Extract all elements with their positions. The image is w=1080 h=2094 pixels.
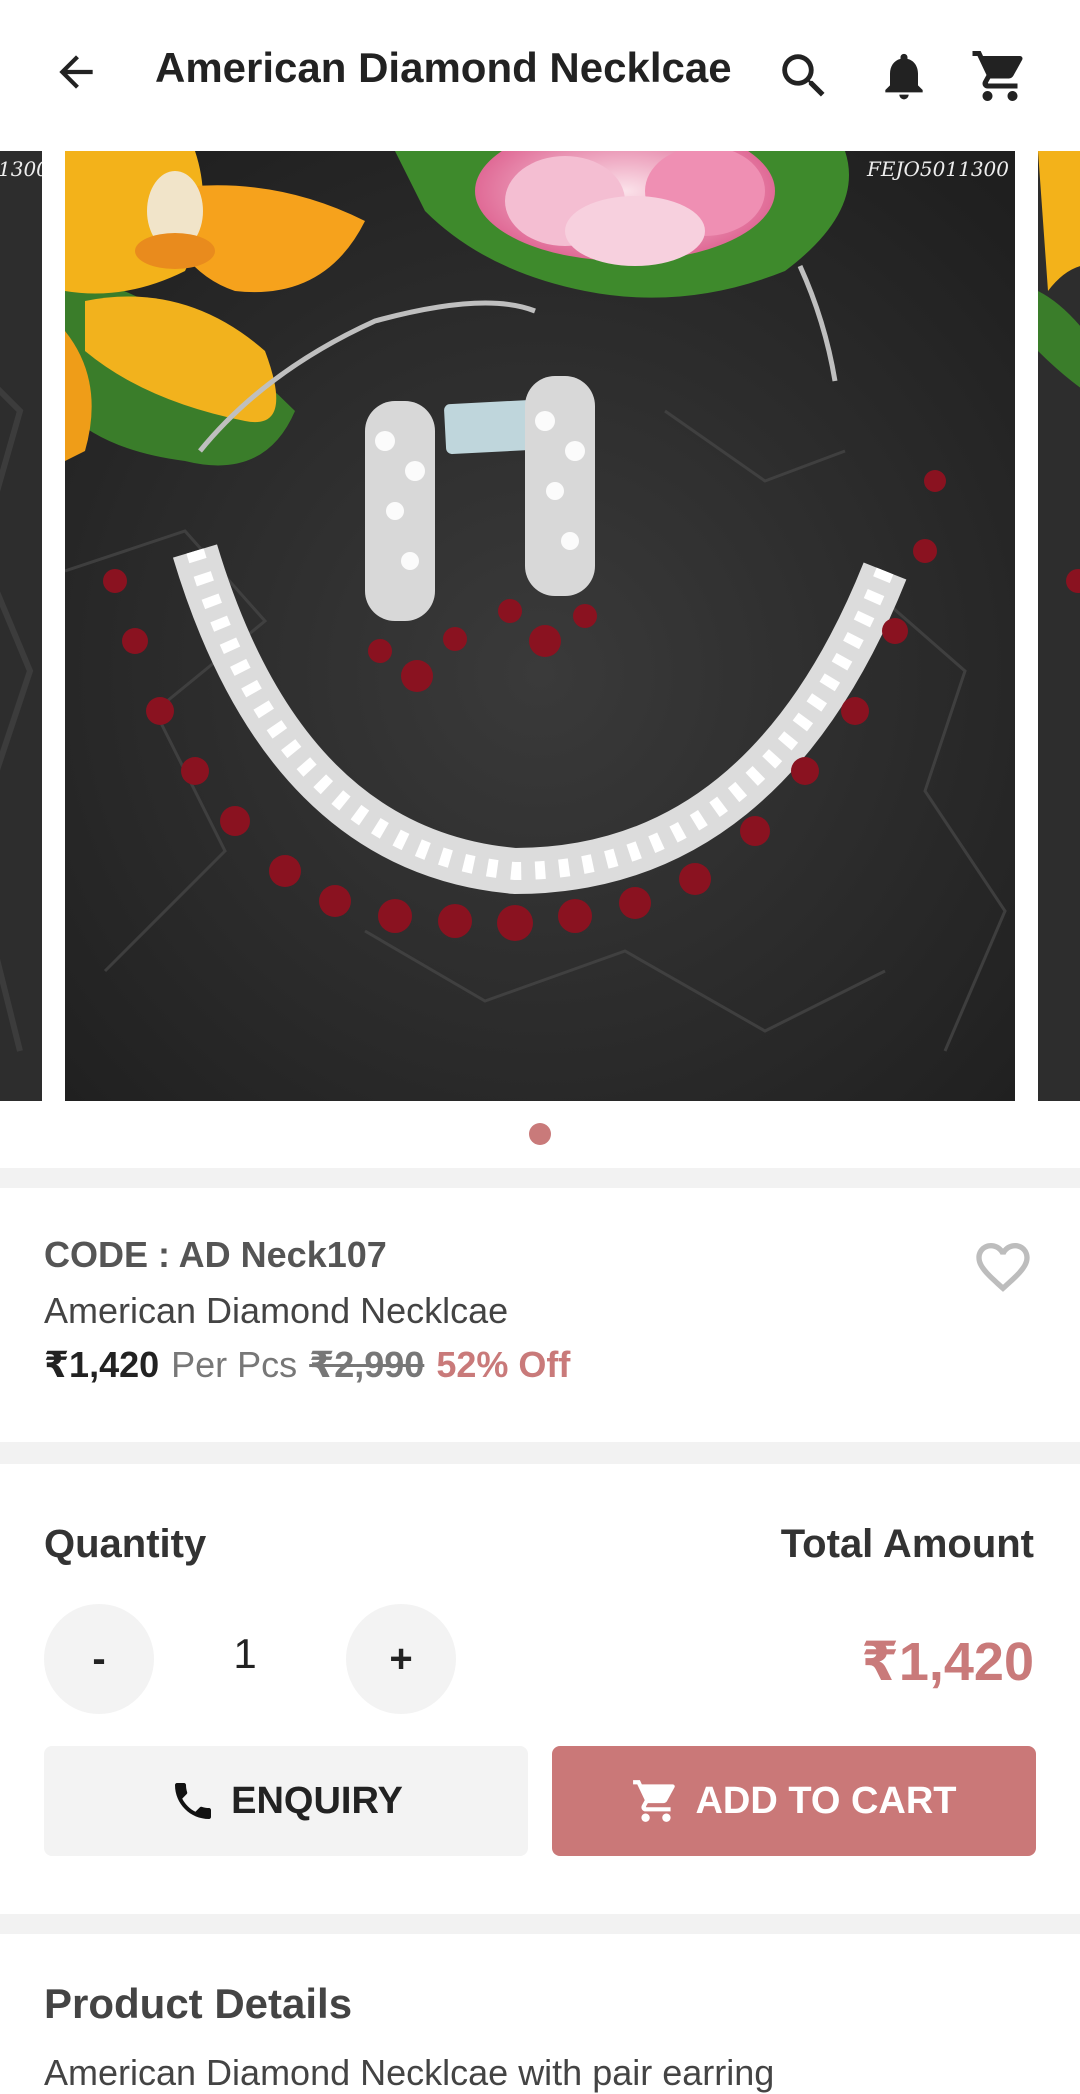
product-details-heading: Product Details <box>44 1980 353 2027</box>
back-button[interactable] <box>44 40 108 104</box>
heart-outline-icon <box>976 1243 1030 1292</box>
increase-quantity-button[interactable]: + <box>346 1604 456 1714</box>
main-product-image[interactable]: FEJO5011300 <box>65 151 1015 1101</box>
carousel-indicator <box>0 1120 1080 1148</box>
product-code: CODE : AD Neck107 <box>44 1234 387 1275</box>
discount-badge: 52% Off <box>436 1344 571 1385</box>
app-header: American Diamond Necklcae <box>0 0 1080 150</box>
product-details-description: American Diamond Necklcae with pair earr… <box>44 2052 775 2093</box>
phone-icon <box>175 1783 212 1819</box>
notifications-button[interactable] <box>872 44 936 108</box>
page-title: American Diamond Necklcae <box>155 44 732 91</box>
watermark-text: FEJO5011300 <box>867 157 1009 181</box>
back-arrow-icon <box>59 55 93 89</box>
next-slide-image[interactable] <box>1038 151 1080 1101</box>
enquiry-button[interactable]: ENQUIRY <box>44 1746 528 1856</box>
section-divider <box>0 1914 1080 1934</box>
original-price: ₹2,990 <box>309 1344 425 1385</box>
search-icon <box>782 54 825 97</box>
product-image-carousel[interactable]: 1300 <box>0 151 1080 1101</box>
quantity-label: Quantity <box>44 1522 207 1566</box>
decrease-quantity-button[interactable]: - <box>44 1604 154 1714</box>
enquiry-label: ENQUIRY <box>231 1779 403 1822</box>
section-divider <box>0 1442 1080 1464</box>
add-to-cart-button[interactable]: ADD TO CART <box>552 1746 1036 1856</box>
add-to-cart-label: ADD TO CART <box>695 1779 957 1822</box>
cart-button[interactable] <box>968 44 1032 108</box>
price-row: ₹1,420 Per Pcs ₹2,990 52% Off <box>44 1344 570 1386</box>
carousel-dot-active[interactable] <box>529 1123 551 1145</box>
search-button[interactable] <box>772 44 836 108</box>
total-amount-label: Total Amount <box>780 1522 1034 1566</box>
total-amount-value: ₹1,420 <box>861 1632 1034 1692</box>
wishlist-button[interactable] <box>968 1232 1038 1302</box>
price-unit: Per Pcs <box>171 1344 298 1385</box>
product-price: ₹1,420 <box>44 1344 160 1385</box>
product-name: American Diamond Necklcae <box>44 1290 509 1331</box>
cart-icon <box>972 51 1023 101</box>
watermark-text: 1300 <box>0 157 42 181</box>
necklace-earring-set-photo <box>65 151 1015 1101</box>
previous-slide-image[interactable]: 1300 <box>0 151 42 1101</box>
cart-icon <box>633 1780 676 1822</box>
bell-icon <box>885 53 923 100</box>
section-divider <box>0 1168 1080 1188</box>
quantity-value: 1 <box>233 1630 257 1677</box>
